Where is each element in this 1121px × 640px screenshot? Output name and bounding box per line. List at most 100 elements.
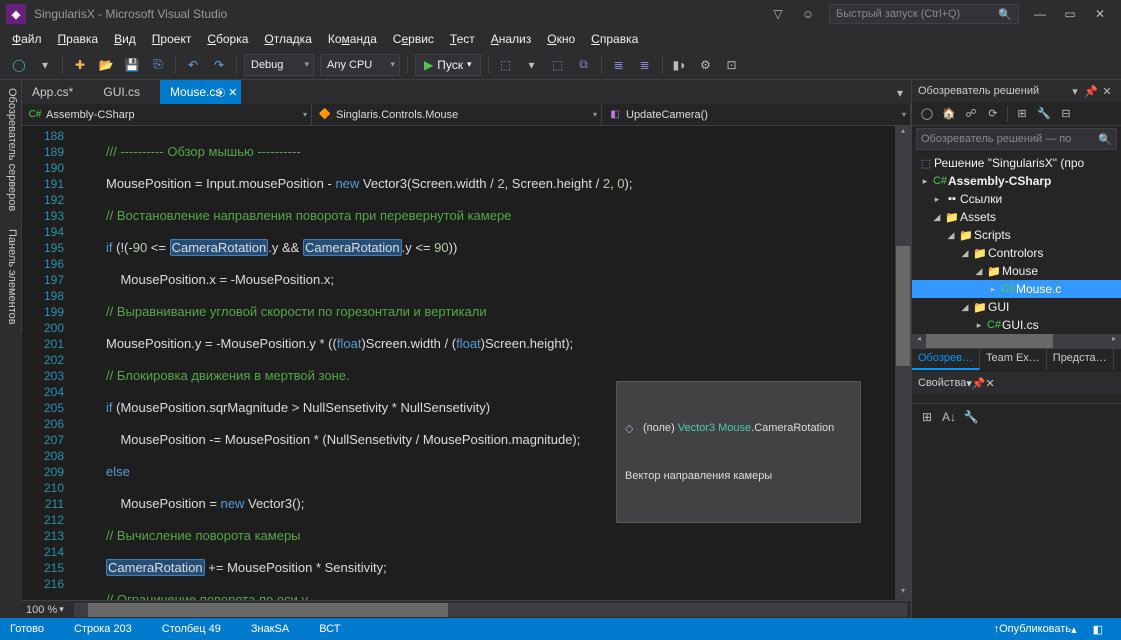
tree-label: Решение "SingularisX" (про: [934, 156, 1084, 170]
tb-btn-5[interactable]: ≣: [607, 53, 631, 77]
feedback-icon[interactable]: ☺: [795, 3, 821, 25]
notifications-icon[interactable]: ▽: [765, 3, 791, 25]
menu-build[interactable]: Сборка: [199, 30, 256, 48]
save-all-button[interactable]: ⎘: [146, 53, 170, 77]
scroll-down-icon[interactable]: ▾: [901, 586, 905, 600]
code-editor[interactable]: 1881891901911921931941951961971981992002…: [22, 126, 911, 600]
horizontal-scrollbar[interactable]: [74, 603, 907, 617]
props-pages-button[interactable]: 🔧: [960, 407, 982, 427]
se-refresh-button[interactable]: ⟳: [982, 104, 1004, 124]
tooltip-desc: Вектор направления камеры: [625, 468, 852, 484]
nav-class-dropdown[interactable]: 🔶 Singlaris.Controls.Mouse: [312, 104, 602, 125]
nav-assembly-dropdown[interactable]: C# Assembly-CSharp: [22, 104, 312, 125]
pin-icon[interactable]: 📌: [1083, 85, 1099, 98]
tab-label: GUI.cs: [103, 85, 140, 99]
menu-tools[interactable]: Сервис: [385, 30, 442, 48]
publish-button[interactable]: ↑ Опубликовать ▴: [986, 623, 1085, 636]
tb-btn-8[interactable]: ⚙: [694, 53, 718, 77]
platform-dropdown[interactable]: Any CPU: [320, 54, 400, 76]
tree-assets[interactable]: ◢📁Assets: [912, 208, 1121, 226]
menu-edit[interactable]: Правка: [50, 30, 107, 48]
solution-search-input[interactable]: Обозреватель решений — по 🔍: [916, 128, 1117, 150]
tree-hscroll[interactable]: ◂ ▸: [912, 334, 1121, 348]
save-button[interactable]: 💾: [120, 53, 144, 77]
quick-launch-input[interactable]: Быстрый запуск (Ctrl+Q) 🔍: [829, 4, 1019, 24]
minimize-button[interactable]: —: [1025, 3, 1055, 25]
props-sort-button[interactable]: A↓: [938, 407, 960, 427]
run-button[interactable]: ▶Пуск▾: [415, 54, 481, 76]
menu-project[interactable]: Проект: [144, 30, 200, 48]
undo-button[interactable]: ↶: [181, 53, 205, 77]
line-gutter: 1881891901911921931941951961971981992002…: [22, 126, 72, 600]
hscroll-thumb[interactable]: [88, 603, 448, 617]
server-explorer-tab[interactable]: Обозреватель серверов: [0, 80, 22, 219]
tree-gui-file[interactable]: ▸C#GUI.cs: [912, 316, 1121, 334]
ptab-view[interactable]: Предста…: [1047, 349, 1114, 370]
zoom-level[interactable]: 100 %: [26, 604, 57, 616]
tree-project[interactable]: ▸C#Assembly-CSharp: [912, 172, 1121, 190]
se-sync-button[interactable]: ☍: [960, 104, 982, 124]
scroll-up-icon[interactable]: ▴: [901, 126, 905, 140]
menu-debug[interactable]: Отладка: [256, 30, 319, 48]
tree-mouse-file[interactable]: ▸C#Mouse.c: [912, 280, 1121, 298]
scroll-thumb[interactable]: [896, 246, 910, 366]
menu-analyze[interactable]: Анализ: [483, 30, 540, 48]
tree-references[interactable]: ▸▪▪Ссылки: [912, 190, 1121, 208]
tree-scripts[interactable]: ◢📁Scripts: [912, 226, 1121, 244]
redo-button[interactable]: ↷: [207, 53, 231, 77]
tree-solution[interactable]: ⬚Решение "SingularisX" (про: [912, 154, 1121, 172]
close-icon[interactable]: ✕: [986, 377, 995, 390]
tree-label: Mouse: [1002, 264, 1038, 278]
se-collapse-button[interactable]: ⊟: [1055, 104, 1077, 124]
se-back-button[interactable]: ◯: [916, 104, 938, 124]
menu-window[interactable]: Окно: [539, 30, 583, 48]
search-icon: 🔍: [1098, 133, 1112, 146]
tb-btn-7[interactable]: ▮◗: [668, 53, 692, 77]
open-button[interactable]: 📂: [94, 53, 118, 77]
menu-test[interactable]: Тест: [442, 30, 483, 48]
tab-mouse-cs[interactable]: Mouse.cs⦿✕: [160, 80, 241, 104]
menu-file[interactable]: Файл: [4, 30, 50, 48]
tab-app-cs[interactable]: App.cs*: [22, 80, 93, 104]
menu-help[interactable]: Справка: [583, 30, 646, 48]
menu-team[interactable]: Команда: [320, 30, 385, 48]
toolbox-tab[interactable]: Панель элементов: [0, 221, 22, 333]
ptab-team[interactable]: Team Ex…: [980, 349, 1047, 370]
forward-button[interactable]: ▾: [33, 53, 57, 77]
tb-btn-9[interactable]: ⊡: [720, 53, 744, 77]
tb-btn-2[interactable]: ▾: [520, 53, 544, 77]
tb-btn-4[interactable]: ⧉: [572, 53, 596, 77]
tab-gui-cs[interactable]: GUI.cs: [93, 80, 160, 104]
close-icon[interactable]: ✕: [1099, 85, 1115, 98]
close-button[interactable]: ✕: [1085, 3, 1115, 25]
config-dropdown[interactable]: Debug: [244, 54, 314, 76]
se-properties-button[interactable]: 🔧: [1033, 104, 1055, 124]
tooltip-type: Vector3 Mouse: [678, 420, 751, 436]
props-categorize-button[interactable]: ⊞: [916, 407, 938, 427]
vertical-scrollbar[interactable]: ▴ ▾: [895, 126, 911, 600]
menu-view[interactable]: Вид: [106, 30, 144, 48]
pin-icon[interactable]: ⦿: [216, 86, 225, 99]
new-button[interactable]: ✚: [68, 53, 92, 77]
pin-icon[interactable]: 📌: [972, 377, 986, 390]
tb-btn-6[interactable]: ≣: [633, 53, 657, 77]
status-corner-button[interactable]: ◧: [1085, 623, 1111, 636]
right-panel: Обозреватель решений ▾ 📌 ✕ ◯ 🏠 ☍ ⟳ ⊞ 🔧 ⊟…: [911, 80, 1121, 618]
se-showall-button[interactable]: ⊞: [1011, 104, 1033, 124]
code-content[interactable]: /// ---------- Обзор мышью ---------- Mo…: [86, 126, 895, 600]
se-home-button[interactable]: 🏠: [938, 104, 960, 124]
se-search-placeholder: Обозреватель решений — по: [921, 133, 1071, 145]
maximize-button[interactable]: ▭: [1055, 3, 1085, 25]
tb-btn-1[interactable]: ⬚: [494, 53, 518, 77]
close-icon[interactable]: ✕: [228, 86, 237, 99]
panel-dropdown-icon[interactable]: ▾: [1067, 85, 1083, 98]
tb-btn-3[interactable]: ⬚: [546, 53, 570, 77]
tree-mouse-folder[interactable]: ◢📁Mouse: [912, 262, 1121, 280]
tree-controlors[interactable]: ◢📁Controlors: [912, 244, 1121, 262]
back-button[interactable]: ◯: [7, 53, 31, 77]
tree-gui-folder[interactable]: ◢📁GUI: [912, 298, 1121, 316]
nav-method-dropdown[interactable]: ◧ UpdateCamera(): [602, 104, 911, 125]
solution-explorer-header: Обозреватель решений ▾ 📌 ✕: [912, 80, 1121, 102]
ptab-explorer[interactable]: Обозрев…: [912, 349, 980, 370]
tab-dropdown-button[interactable]: ▾: [889, 82, 911, 104]
